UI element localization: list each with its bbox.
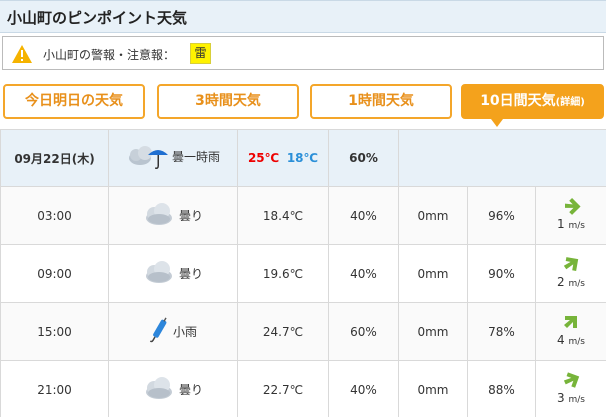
row-pop: 40% [328, 186, 399, 245]
summary-empty [397, 129, 606, 187]
day-summary-row: 09月22日(木) 曇一時雨 25℃ 18℃ 60% [0, 129, 606, 187]
active-tab-pointer [491, 119, 503, 127]
warning-bar: 小山町の警報・注意報： 雷 [2, 36, 604, 70]
forecast-table: 09月22日(木) 曇一時雨 25℃ 18℃ 60% 03:00 曇り 18.4℃ 4… [0, 129, 606, 417]
row-time: 15:00 [0, 302, 109, 361]
row-weather-label: 曇り [178, 209, 203, 223]
tab-1-hour[interactable]: 1時間天気 [310, 84, 452, 119]
hourly-row: 03:00 曇り 18.4℃ 40% 0mm 96% 1 m/s [0, 186, 606, 245]
summary-weather-cell: 曇一時雨 [108, 129, 238, 187]
tab-10-day[interactable]: 10日間天気(詳細) [461, 84, 604, 119]
row-weather-cell: 曇り [108, 360, 238, 417]
row-weather-cell: 小雨 [108, 302, 238, 361]
hourly-row: 15:00 小雨 24.7℃ 60% 0mm 78% 4 m/s [0, 302, 606, 361]
wind-unit: m/s [568, 395, 585, 405]
row-wind: 4 m/s [534, 302, 606, 361]
row-wind: 1 m/s [534, 186, 606, 245]
warning-label: 小山町の警報・注意報： [43, 48, 176, 62]
wind-speed: 3 [557, 391, 565, 405]
row-precip: 0mm [398, 360, 468, 417]
row-weather-label: 曇り [178, 383, 203, 397]
row-temp: 18.4℃ [237, 186, 329, 245]
wind-speed: 2 [557, 275, 565, 289]
row-humidity: 78% [467, 302, 536, 361]
umbrella-icon [149, 316, 169, 347]
row-weather-label: 小雨 [172, 325, 197, 339]
row-humidity: 88% [467, 360, 536, 417]
hourly-row: 21:00 曇り 22.7℃ 40% 0mm 88% 3 m/s [0, 360, 606, 417]
warning-icon [12, 45, 32, 63]
wind-speed: 1 [557, 217, 565, 231]
row-pop: 40% [328, 360, 399, 417]
tab-3-hour[interactable]: 3時間天気 [157, 84, 299, 119]
row-time: 03:00 [0, 186, 109, 245]
row-time: 21:00 [0, 360, 109, 417]
row-humidity: 96% [467, 186, 536, 245]
cloud-icon [143, 202, 175, 229]
tab-label: 1時間天気 [348, 93, 414, 109]
row-precip: 0mm [398, 244, 468, 303]
cloud-icon [143, 376, 175, 403]
row-wind: 3 m/s [534, 360, 606, 417]
cloud-umbrella-icon [128, 145, 168, 169]
wind-unit: m/s [568, 279, 585, 289]
tab-label: 今日明日の天気 [25, 93, 123, 109]
wind-unit: m/s [568, 221, 585, 231]
wind-arrow-icon [561, 255, 580, 276]
tab-label: 10日間天気 [480, 93, 556, 109]
thunder-warning-badge[interactable]: 雷 [190, 43, 211, 64]
row-time: 09:00 [0, 244, 109, 303]
row-temp: 19.6℃ [237, 244, 329, 303]
summary-pop: 60% [328, 129, 399, 187]
row-precip: 0mm [398, 186, 468, 245]
summary-temps: 25℃ 18℃ [237, 129, 329, 187]
wind-arrow-icon [560, 370, 582, 393]
row-weather-cell: 曇り [108, 186, 238, 245]
low-temp: 18℃ [286, 151, 319, 165]
summary-weather-label: 曇一時雨 [171, 150, 220, 164]
row-humidity: 90% [467, 244, 536, 303]
row-pop: 40% [328, 244, 399, 303]
summary-date: 09月22日(木) [0, 129, 109, 187]
hourly-row: 09:00 曇り 19.6℃ 40% 0mm 90% 2 m/s [0, 244, 606, 303]
wind-speed: 4 [557, 333, 565, 347]
row-weather-cell: 曇り [108, 244, 238, 303]
tab-suffix: (詳細) [555, 97, 585, 108]
page-title: 小山町のピンポイント天気 [7, 9, 188, 27]
high-temp: 25℃ [247, 151, 280, 165]
row-precip: 0mm [398, 302, 468, 361]
page-header: 小山町のピンポイント天気 [0, 0, 606, 33]
row-temp: 22.7℃ [237, 360, 329, 417]
row-weather-label: 曇り [178, 267, 203, 281]
row-temp: 24.7℃ [237, 302, 329, 361]
tab-today-tomorrow[interactable]: 今日明日の天気 [3, 84, 145, 119]
wind-arrow-icon [563, 314, 579, 333]
cloud-icon [143, 260, 175, 287]
row-pop: 60% [328, 302, 399, 361]
wind-unit: m/s [568, 337, 585, 347]
tab-label: 3時間天気 [195, 93, 261, 109]
row-wind: 2 m/s [534, 244, 606, 303]
